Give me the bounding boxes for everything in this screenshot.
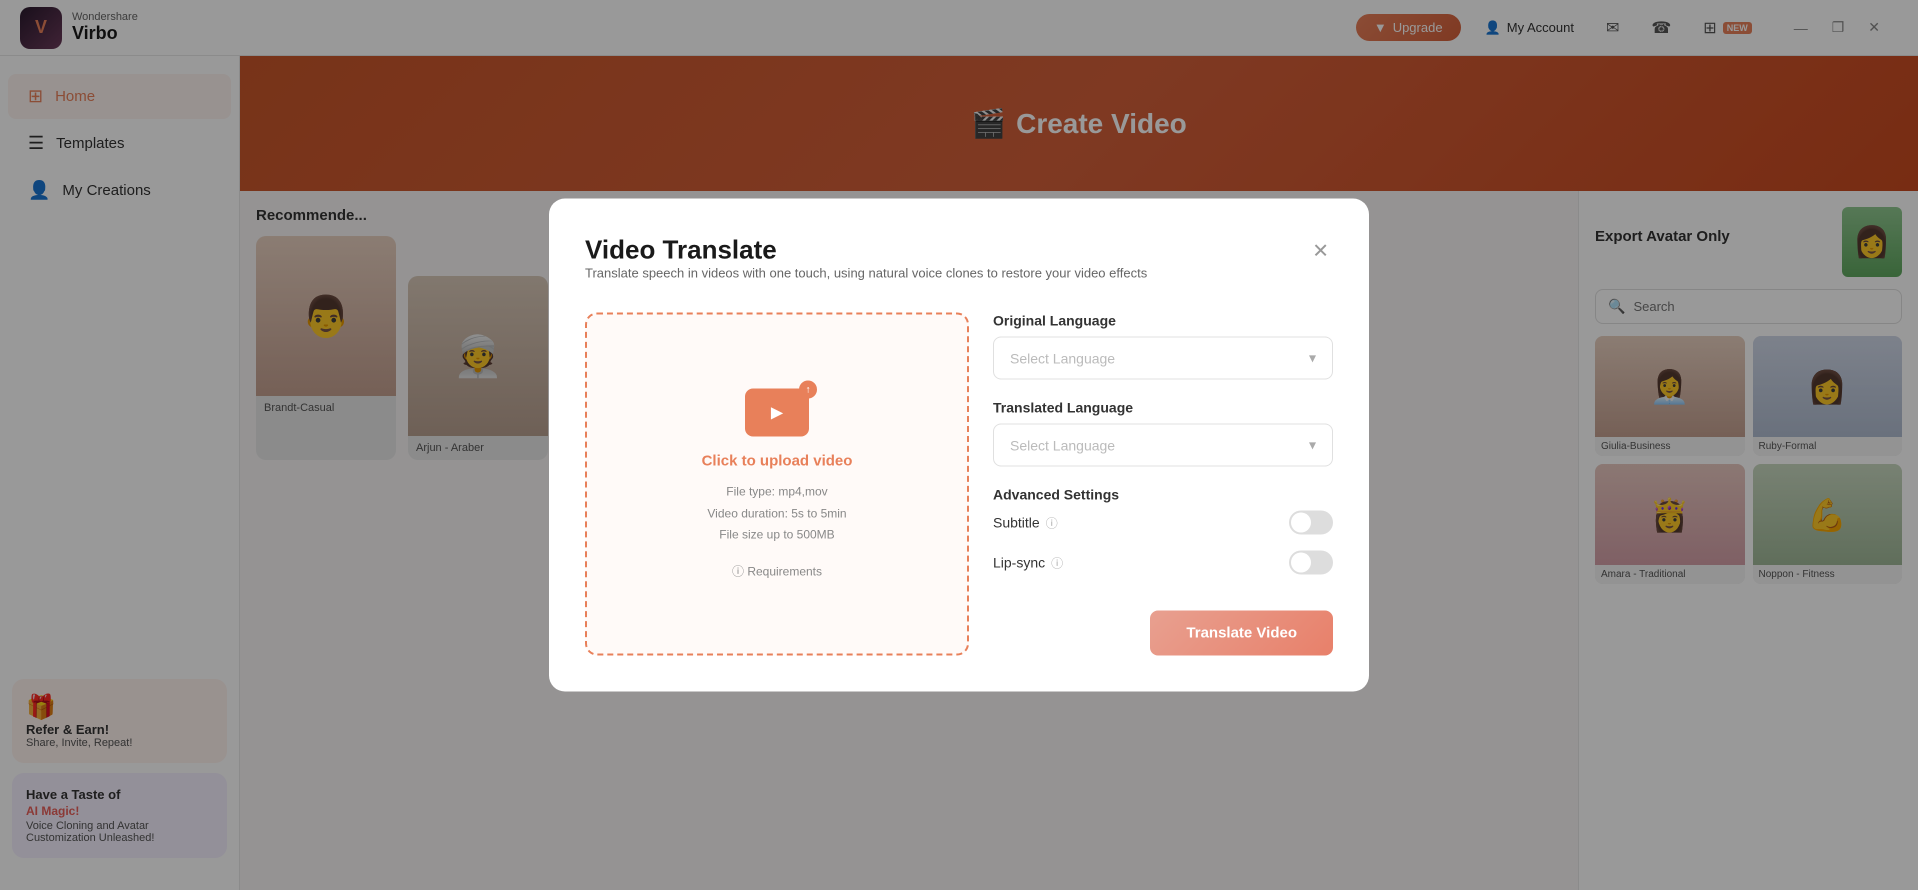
subtitle-label: Subtitle xyxy=(993,515,1040,531)
original-language-placeholder: Select Language xyxy=(1010,350,1115,366)
translated-language-field: Translated Language Select Language ▾ xyxy=(993,400,1333,467)
upload-file-size: File size up to 500MB xyxy=(707,525,846,547)
lipsync-label-wrap: Lip-sync ⓘ xyxy=(993,554,1063,571)
lipsync-toggle[interactable] xyxy=(1289,551,1333,575)
translate-video-button[interactable]: Translate Video xyxy=(1150,611,1333,656)
requirements-icon: ⓘ xyxy=(732,564,747,578)
original-language-label: Original Language xyxy=(993,313,1333,329)
upload-click-text[interactable]: Click to upload video xyxy=(702,453,853,470)
subtitle-label-wrap: Subtitle ⓘ xyxy=(993,514,1058,531)
original-language-select[interactable]: Select Language ▾ xyxy=(993,337,1333,380)
modal-body: ↑ Click to upload video File type: mp4,m… xyxy=(585,313,1333,656)
translated-language-label: Translated Language xyxy=(993,400,1333,416)
requirements-text: Requirements xyxy=(747,564,822,578)
upload-arrow-icon: ↑ xyxy=(799,381,817,399)
original-language-field: Original Language Select Language ▾ xyxy=(993,313,1333,380)
lipsync-info-icon[interactable]: ⓘ xyxy=(1051,554,1063,571)
upload-icon: ↑ xyxy=(745,389,809,437)
upload-duration: Video duration: 5s to 5min xyxy=(707,503,846,525)
subtitle-info-icon[interactable]: ⓘ xyxy=(1046,514,1058,531)
lipsync-toggle-row: Lip-sync ⓘ xyxy=(993,543,1333,583)
modal-subtitle: Translate speech in videos with one touc… xyxy=(585,266,1147,281)
video-translate-modal: Video Translate Translate speech in vide… xyxy=(549,199,1369,692)
advanced-settings-title: Advanced Settings xyxy=(993,487,1333,503)
upload-area[interactable]: ↑ Click to upload video File type: mp4,m… xyxy=(585,313,969,656)
modal-title: Video Translate xyxy=(585,235,1147,266)
modal-title-wrap: Video Translate Translate speech in vide… xyxy=(585,235,1147,305)
subtitle-toggle-row: Subtitle ⓘ xyxy=(993,503,1333,543)
translate-btn-wrap: Translate Video xyxy=(993,611,1333,656)
upload-meta: File type: mp4,mov Video duration: 5s to… xyxy=(707,482,846,547)
lipsync-label: Lip-sync xyxy=(993,555,1045,571)
requirements-link[interactable]: ⓘ Requirements xyxy=(732,562,822,579)
modal-close-icon: ✕ xyxy=(1312,241,1329,263)
upload-file-type: File type: mp4,mov xyxy=(707,482,846,504)
modal-close-button[interactable]: ✕ xyxy=(1308,235,1333,268)
original-language-arrow: ▾ xyxy=(1309,350,1316,367)
settings-panel: Original Language Select Language ▾ Tran… xyxy=(993,313,1333,656)
translated-language-arrow: ▾ xyxy=(1309,437,1316,454)
translated-language-select[interactable]: Select Language ▾ xyxy=(993,424,1333,467)
advanced-settings: Advanced Settings Subtitle ⓘ Lip-sync ⓘ xyxy=(993,487,1333,583)
modal-header: Video Translate Translate speech in vide… xyxy=(585,235,1333,305)
translate-btn-label: Translate Video xyxy=(1186,625,1297,642)
translated-language-placeholder: Select Language xyxy=(1010,437,1115,453)
subtitle-toggle[interactable] xyxy=(1289,511,1333,535)
